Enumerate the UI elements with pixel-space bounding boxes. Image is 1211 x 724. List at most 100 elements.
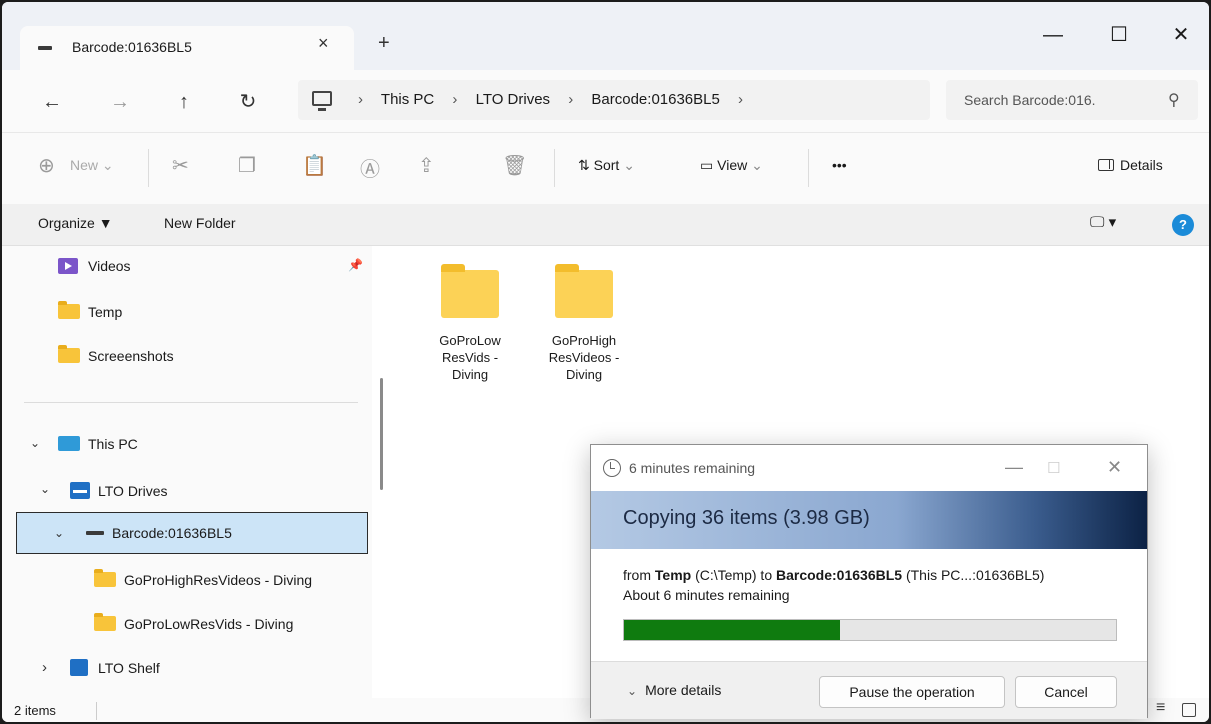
file-explorer-window: Barcode:01636BL5 × + — ☐ ✕ ← → ↑ ↻ › Thi… [0, 0, 1211, 724]
dialog-close-button[interactable]: ✕ [1107, 457, 1122, 478]
chevron-down-icon: ⌄ [623, 157, 635, 173]
tape-drive-icon [38, 46, 52, 50]
cancel-button[interactable]: Cancel [1015, 676, 1117, 708]
folder-icon [555, 264, 613, 318]
sidebar-item-gopro-high[interactable]: GoProHighResVideos - Diving [94, 569, 313, 588]
sidebar-item-label: LTO Drives [98, 483, 168, 499]
search-placeholder: Search Barcode:016. [964, 92, 1096, 108]
chevron-down-icon[interactable]: ⌄ [30, 436, 40, 450]
chevron-down-icon: ⌄ [101, 157, 114, 173]
tape-drive-icon [86, 531, 104, 535]
breadcrumb-barcode[interactable]: Barcode:01636BL5 [591, 91, 719, 108]
tab-barcode[interactable]: Barcode:01636BL5 × [20, 26, 354, 70]
sidebar-item-this-pc[interactable]: This PC [58, 436, 138, 452]
address-bar[interactable]: › This PC › LTO Drives › Barcode:01636BL… [298, 80, 930, 120]
dialog-minimize-button[interactable]: — [1005, 457, 1023, 478]
destination-name[interactable]: Barcode:01636BL5 [776, 567, 902, 583]
new-tab-button[interactable]: + [378, 32, 390, 55]
sort-button[interactable]: ⇅ Sort ⌄ [578, 157, 635, 174]
dialog-footer: ⌄ More details Pause the operation Cancel [591, 661, 1147, 719]
chevron-down-icon: ⌄ [627, 684, 638, 698]
help-icon[interactable]: ? [1172, 214, 1194, 236]
sidebar-item-label: Barcode:01636BL5 [112, 525, 232, 541]
paste-icon[interactable]: 📋 [302, 153, 327, 178]
folder-icon [441, 264, 499, 318]
more-details-toggle[interactable]: ⌄ More details [627, 682, 721, 698]
sidebar-item-temp[interactable]: Temp [58, 301, 122, 320]
more-options-button[interactable]: ••• [832, 157, 847, 173]
sidebar-item-videos[interactable]: Videos [58, 258, 131, 274]
source-path: (C:\Temp) to [691, 567, 776, 583]
minimize-button[interactable]: — [1038, 20, 1068, 50]
chevron-down-icon: ⌄ [751, 157, 763, 173]
list-view-icon[interactable]: ≡ [1156, 699, 1165, 717]
copy-icon[interactable]: ❐ [238, 153, 256, 178]
folder-icon [58, 345, 80, 363]
sidebar-item-label: This PC [88, 436, 138, 452]
chevron-down-icon[interactable]: ⌄ [54, 526, 64, 540]
sidebar-item-lto-drives[interactable]: LTO Drives [70, 482, 168, 499]
organize-menu[interactable]: Organize ▼ [38, 215, 113, 231]
breadcrumb-separator: › [452, 91, 458, 108]
up-button[interactable]: ↑ [170, 88, 198, 116]
pause-button[interactable]: Pause the operation [819, 676, 1005, 708]
folder-item-gopro-low[interactable]: GoProLow ResVids - Diving [410, 264, 530, 383]
view-icon: ▭ [700, 157, 714, 173]
chevron-right-icon[interactable]: › [42, 659, 47, 676]
sidebar-item-label: Screeenshots [88, 348, 174, 364]
tab-close-button[interactable]: × [318, 33, 329, 54]
share-icon[interactable]: ⇪ [418, 153, 435, 178]
folder-name-line: ResVids - [441, 350, 499, 365]
navigation-pane: Videos 📌 Temp Screeenshots ⌄ This PC ⌄ L… [2, 246, 372, 698]
status-divider [96, 702, 97, 720]
organize-bar: Organize ▼ New Folder 🖵 ▾ ? [2, 204, 1209, 246]
source-name[interactable]: Temp [655, 567, 691, 583]
sidebar-item-label: LTO Shelf [98, 660, 160, 676]
copy-source-destination: from Temp (C:\Temp) to Barcode:01636BL5 … [623, 567, 1044, 583]
address-row: ← → ↑ ↻ › This PC › LTO Drives › Barcode… [2, 70, 1209, 132]
maximize-button[interactable]: ☐ [1104, 20, 1134, 50]
rename-icon[interactable]: Ⓐ [360, 153, 380, 182]
sidebar-scrollbar[interactable] [380, 378, 383, 490]
sort-icon: ⇅ [578, 157, 590, 173]
details-label: Details [1120, 157, 1163, 173]
details-button[interactable]: Details [1098, 157, 1163, 173]
sidebar-item-screenshots[interactable]: Screeenshots [58, 345, 174, 364]
dialog-title-bar: 6 minutes remaining — ☐ ✕ [591, 445, 1147, 491]
copy-headline: Copying 36 items (3.98 GB) [623, 507, 870, 529]
toolbar-divider [554, 149, 555, 187]
folder-item-gopro-high[interactable]: GoProHigh ResVideos - Diving [524, 264, 644, 383]
toolbar-divider [808, 149, 809, 187]
time-remaining: About 6 minutes remaining [623, 587, 790, 603]
sidebar-item-barcode-label[interactable]: Barcode:01636BL5 [86, 525, 232, 541]
close-button[interactable]: ✕ [1166, 20, 1196, 50]
sidebar-item-label: GoProHighResVideos - Diving [124, 572, 313, 588]
refresh-button[interactable]: ↻ [234, 88, 262, 116]
pin-icon[interactable]: 📌 [348, 258, 363, 272]
folder-name-line: GoProHigh [551, 333, 617, 348]
search-input[interactable]: Search Barcode:016. ⚲ [946, 80, 1198, 120]
tab-title: Barcode:01636BL5 [72, 39, 192, 55]
sidebar-item-gopro-low[interactable]: GoProLowResVids - Diving [94, 613, 294, 632]
back-button[interactable]: ← [38, 88, 66, 116]
sidebar-item-label: GoProLowResVids - Diving [124, 616, 294, 632]
tiles-view-icon[interactable] [1182, 703, 1196, 717]
item-count: 2 items [14, 703, 56, 718]
breadcrumb-lto-drives[interactable]: LTO Drives [476, 91, 550, 108]
delete-icon[interactable]: 🗑 [502, 153, 527, 178]
lto-shelf-icon [70, 659, 88, 676]
forward-button[interactable]: → [106, 88, 134, 116]
cut-icon[interactable]: ✂ [172, 153, 189, 178]
new-folder-button[interactable]: New Folder [164, 215, 236, 231]
view-button[interactable]: ▭ View ⌄ [700, 157, 763, 174]
this-pc-icon [58, 436, 80, 451]
command-bar: ⊕ New ⌄ ✂ ❐ 📋 Ⓐ ⇪ 🗑 ⇅ Sort ⌄ ▭ View ⌄ ••… [2, 132, 1209, 204]
breadcrumb-separator[interactable]: › [738, 91, 743, 108]
progress-fill [624, 620, 841, 640]
view-mode-dropdown[interactable]: 🖵 ▾ [1090, 213, 1116, 231]
chevron-down-icon[interactable]: ⌄ [40, 482, 50, 496]
title-bar: Barcode:01636BL5 × + — ☐ ✕ [2, 2, 1209, 70]
sidebar-item-lto-shelf[interactable]: LTO Shelf [70, 659, 160, 676]
breadcrumb-this-pc[interactable]: This PC [381, 91, 434, 108]
new-button[interactable]: New ⌄ [70, 157, 114, 174]
